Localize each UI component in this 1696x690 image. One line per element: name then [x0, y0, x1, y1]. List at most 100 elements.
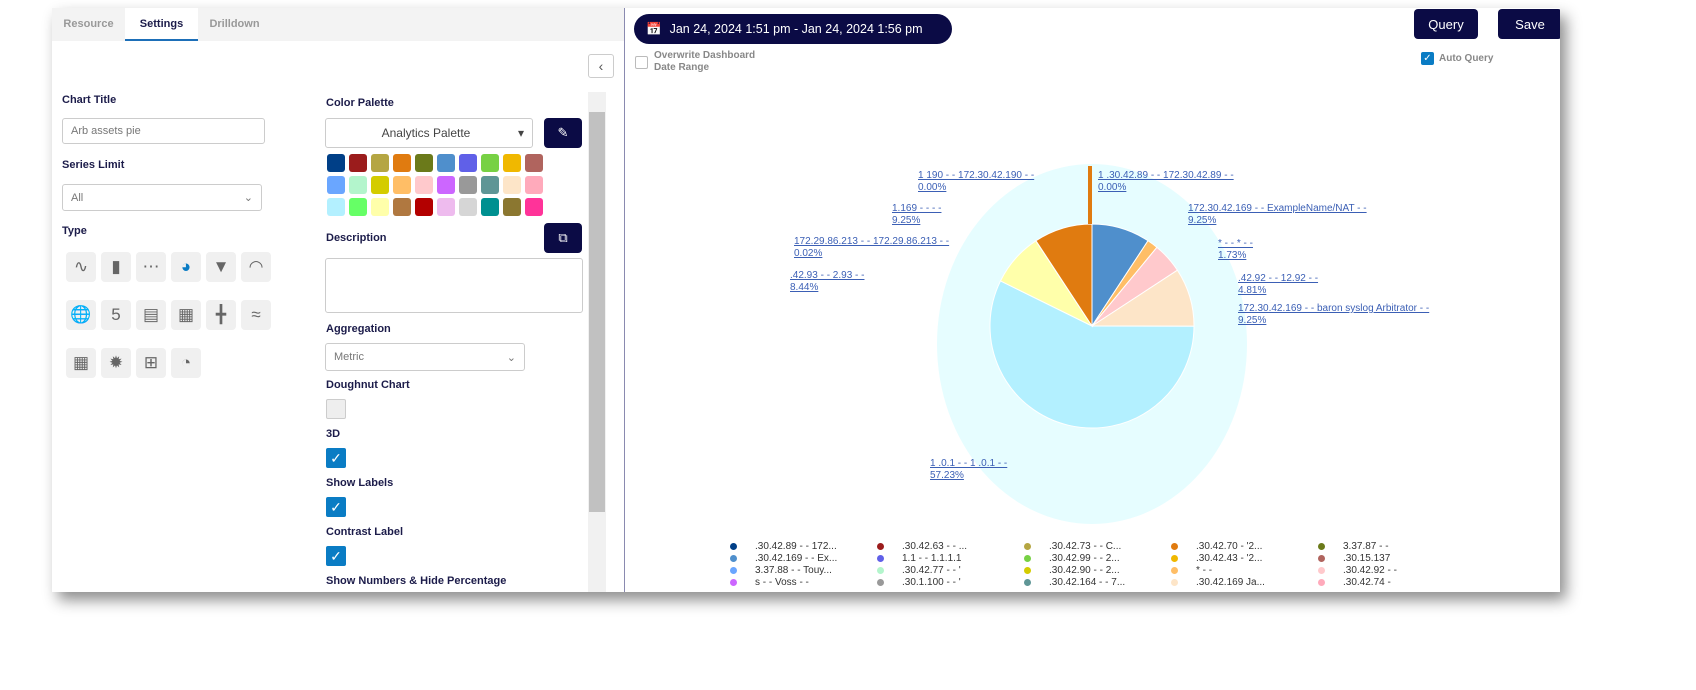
pie-data-label[interactable]: .42.93 - - 2.93 - -8.44%	[790, 270, 864, 294]
pie-bar-type-icon[interactable]: ◔	[171, 348, 201, 378]
tab-resource[interactable]: Resource	[52, 8, 125, 41]
bar-chart-type-icon[interactable]: ▮	[101, 252, 131, 282]
palette-swatch[interactable]	[415, 176, 433, 194]
tab-bar: Resource Settings Drilldown	[52, 8, 624, 41]
legend-item[interactable]: .30.42.74 -	[1318, 577, 1391, 588]
legend-item[interactable]: .30.15.137	[1318, 553, 1390, 564]
palette-swatch[interactable]	[327, 154, 345, 172]
legend-item[interactable]: 3.37.88 - - Touy...	[730, 565, 832, 576]
legend-item[interactable]: .30.42.90 - - 2...	[1024, 565, 1120, 576]
legend-item[interactable]: .30.42.169 Ja...	[1171, 577, 1265, 588]
pivot-table-type-icon[interactable]: ⊞	[136, 348, 166, 378]
pie-label-name: 1 190 - - 172.30.42.190 - -	[918, 170, 1035, 181]
line-chart-type-icon[interactable]: ∿	[66, 252, 96, 282]
pie-label-percent: 4.81%	[1238, 285, 1267, 296]
tab-drilldown[interactable]: Drilldown	[198, 8, 271, 41]
series-limit-select[interactable]: All ⌄	[62, 184, 262, 211]
palette-swatch[interactable]	[393, 176, 411, 194]
edit-palette-button[interactable]: ✎	[544, 118, 582, 148]
palette-swatch[interactable]	[481, 154, 499, 172]
legend-item[interactable]: .30.42.70 - '2...	[1171, 541, 1262, 552]
legend-item[interactable]: .30.42.77 - - '	[877, 565, 961, 576]
legend-item[interactable]: .30.42.99 - - 2...	[1024, 553, 1120, 564]
pie-chart-type-icon[interactable]: ◕	[171, 252, 201, 282]
legend-item[interactable]: .30.42.164 - - 7...	[1024, 577, 1125, 588]
pie-label-percent: 1.73%	[1218, 250, 1247, 261]
legend-item[interactable]: 1.1 - - 1.1.1.1	[877, 553, 961, 564]
palette-swatch[interactable]	[349, 176, 367, 194]
pie-data-label[interactable]: 172.29.86.213 - - 172.29.86.213 - -0.02%	[794, 236, 949, 260]
sunburst-type-icon[interactable]: ✹	[101, 348, 131, 378]
pie-data-label[interactable]: 1 .0.1 - - 1 .0.1 - -57.23%	[930, 458, 1007, 482]
palette-swatch[interactable]	[371, 176, 389, 194]
legend-item[interactable]: s - - Voss - -	[730, 577, 809, 588]
tab-settings[interactable]: Settings	[125, 8, 198, 41]
legend-item[interactable]: * - -	[1171, 565, 1212, 576]
pie-data-label[interactable]: 1.169 - - - -9.25%	[892, 203, 941, 227]
palette-swatch[interactable]	[437, 198, 455, 216]
palette-swatch[interactable]	[459, 176, 477, 194]
legend-item[interactable]: .30.42.169 - - Ex...	[730, 553, 837, 564]
palette-swatch[interactable]	[437, 176, 455, 194]
palette-swatch[interactable]	[327, 198, 345, 216]
legend-item[interactable]: .30.42.43 - '2...	[1171, 553, 1262, 564]
pie-data-label[interactable]: * - - * - -1.73%	[1218, 238, 1253, 262]
pie-data-label[interactable]: 1 190 - - 172.30.42.190 - -0.00%	[918, 170, 1034, 194]
doughnut-checkbox[interactable]	[326, 399, 346, 419]
grid-type-icon[interactable]: ▦	[66, 348, 96, 378]
legend-item[interactable]: .30.42.89 - - 172...	[730, 541, 837, 552]
pie-label-percent: 9.25%	[1188, 215, 1217, 226]
palette-swatch[interactable]	[459, 198, 477, 216]
palette-swatch[interactable]	[525, 198, 543, 216]
palette-swatch[interactable]	[393, 198, 411, 216]
color-palette-select[interactable]: Analytics Palette ▾	[325, 118, 533, 148]
palette-swatch[interactable]	[503, 176, 521, 194]
palette-swatch[interactable]	[349, 198, 367, 216]
legend-item[interactable]: .30.42.73 - - C...	[1024, 541, 1121, 552]
sip-type-icon[interactable]: ╋	[206, 300, 236, 330]
legend-dot-icon	[730, 555, 737, 562]
palette-swatch[interactable]	[525, 176, 543, 194]
device-type-icon[interactable]: ▦	[171, 300, 201, 330]
funnel-chart-type-icon[interactable]: ▼	[206, 252, 236, 282]
palette-swatch[interactable]	[415, 198, 433, 216]
chart-title-input[interactable]: Arb assets pie	[62, 118, 265, 144]
palette-swatch[interactable]	[349, 154, 367, 172]
palette-swatch[interactable]	[415, 154, 433, 172]
palette-swatch[interactable]	[525, 154, 543, 172]
3d-checkbox[interactable]: ✓	[326, 448, 346, 468]
palette-swatch[interactable]	[503, 154, 521, 172]
aggregation-select[interactable]: Metric ⌄	[325, 343, 525, 371]
collapse-panel-button[interactable]: ‹	[588, 54, 614, 78]
pie-data-label[interactable]: 172.30.42.169 - - ExampleName/NAT - -9.2…	[1188, 203, 1367, 227]
description-textarea[interactable]	[325, 258, 583, 313]
scatter-chart-type-icon[interactable]: ⋯	[136, 252, 166, 282]
legend-text: 3.37.88 - - Touy...	[755, 565, 832, 576]
palette-swatch[interactable]	[481, 198, 499, 216]
palette-swatch[interactable]	[503, 198, 521, 216]
scrollbar[interactable]	[588, 92, 606, 592]
palette-swatch[interactable]	[371, 154, 389, 172]
palette-swatch[interactable]	[481, 176, 499, 194]
trend-type-icon[interactable]: ≈	[241, 300, 271, 330]
pie-data-label[interactable]: 172.30.42.169 - - baron syslog Arbitrato…	[1238, 303, 1429, 327]
palette-swatch[interactable]	[371, 198, 389, 216]
palette-swatch[interactable]	[327, 176, 345, 194]
number-5-type-icon[interactable]: 5	[101, 300, 131, 330]
legend-item[interactable]: .30.42.92 - -	[1318, 565, 1397, 576]
chevron-down-icon: ⌄	[506, 351, 516, 364]
gauge-chart-type-icon[interactable]: ◠	[241, 252, 271, 282]
show-labels-checkbox[interactable]: ✓	[326, 497, 346, 517]
palette-swatch[interactable]	[459, 154, 477, 172]
contrast-label-checkbox[interactable]: ✓	[326, 546, 346, 566]
palette-swatch[interactable]	[393, 154, 411, 172]
palette-swatch[interactable]	[437, 154, 455, 172]
legend-item[interactable]: .30.42.63 - - ...	[877, 541, 967, 552]
map-chart-type-icon[interactable]: 🌐	[66, 300, 96, 330]
pie-data-label[interactable]: 1 .30.42.89 - - 172.30.42.89 - -0.00%	[1098, 170, 1234, 194]
legend-item[interactable]: 3.37.87 - -	[1318, 541, 1389, 552]
legend-item[interactable]: .30.1.100 - - '	[877, 577, 961, 588]
expand-description-button[interactable]: ⧉	[544, 223, 582, 253]
pie-data-label[interactable]: .42.92 - - 12.92 - -4.81%	[1238, 273, 1318, 297]
table-type-icon[interactable]: ▤	[136, 300, 166, 330]
